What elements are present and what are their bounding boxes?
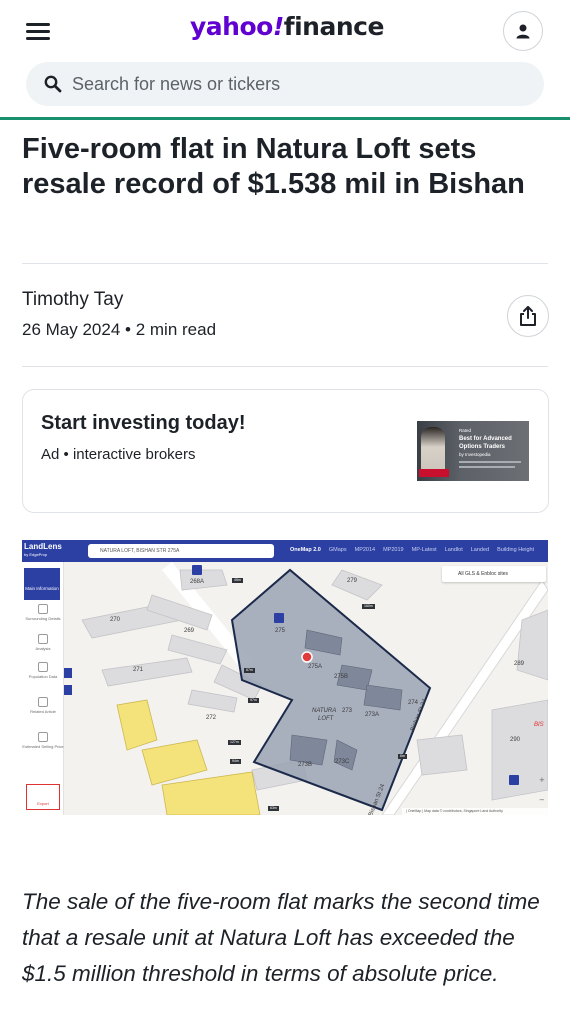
map-sidebar-item: Estimated Selling Price (22, 732, 64, 749)
hamburger-menu-icon[interactable] (26, 20, 54, 44)
ad-card[interactable]: Start investing today! Ad • interactive … (22, 389, 549, 513)
site-header: yahoo!finance Search for news or tickers (0, 0, 570, 118)
map-attribution: | OneMap | Map data © contributors, Sing… (406, 809, 503, 813)
map-label: NATURA (312, 708, 337, 714)
profile-button[interactable] (503, 11, 543, 51)
map-label: 275B (334, 674, 349, 680)
map-sidebar-item: Surrounding Details (22, 604, 64, 621)
map-label: 290 (510, 737, 521, 743)
divider (22, 366, 548, 367)
map-label: 273 (342, 708, 353, 714)
svg-text:−: − (539, 796, 545, 804)
map-label: 271 (133, 667, 144, 673)
header-divider (0, 117, 570, 120)
map-distance-tag: 6m (398, 754, 407, 759)
map-label: 272 (206, 715, 217, 721)
ad-sponsor: interactive brokers (72, 446, 196, 463)
ad-image-fineprint (459, 466, 515, 468)
search-input[interactable]: Search for news or tickers (26, 62, 544, 106)
map-label: BIS (534, 722, 544, 728)
ad-title[interactable]: Start investing today! (41, 412, 245, 435)
map-label: 270 (110, 617, 121, 623)
ad-image-fineprint (459, 461, 521, 463)
author-name[interactable]: Timothy Tay (22, 289, 123, 311)
map-toolbar: LandLens by EdgeProp NATURA LOFT, BISHAN… (22, 540, 548, 562)
map-label: 275 (275, 628, 286, 634)
map-label: 275A (308, 664, 323, 670)
meta-separator: • (125, 320, 131, 339)
map-distance-tag: 45m (232, 578, 243, 583)
map-label: 279 (347, 578, 358, 584)
article-body-paragraph: The sale of the five-room flat marks the… (22, 889, 540, 986)
map-label: 269 (184, 628, 195, 634)
read-time: 2 min read (135, 320, 217, 339)
map-sidebar-item: Related Article (22, 697, 64, 714)
map-tabs: OneMap 2.0 GMaps MP2014 MP2019 MP-Latest Land… (290, 547, 535, 553)
map-search-field: NATURA LOFT, BISHAN STR 275A (88, 544, 274, 558)
map-label: 274 (408, 700, 419, 706)
map-label: 268A (190, 579, 205, 585)
user-icon (516, 24, 530, 39)
map-distance-tag: 94m (230, 759, 241, 764)
ad-sponsor-line: Ad • interactive brokers (41, 446, 196, 463)
map-label: 273C (335, 759, 350, 765)
share-button[interactable] (507, 295, 549, 337)
map-sidebar-item: Analysis (22, 634, 64, 651)
article-headline: Five-room flat in Natura Loft sets resal… (22, 133, 525, 200)
ad-separator: • (63, 446, 69, 463)
article-map-image: + − LandLens by EdgeProp NATURA LOFT, BI… (22, 540, 548, 815)
yahoo-finance-logo[interactable]: yahoo!finance (190, 12, 384, 41)
map-distance-tag: 97m (248, 698, 259, 703)
map-filter: All GLS & Enbloc sites (442, 566, 546, 582)
map-distance-tag: 127m (228, 740, 241, 745)
ad-image[interactable]: Rated Best for Advanced Options Traders … (417, 421, 529, 481)
search-icon (44, 75, 62, 93)
publish-date: 26 May 2024 (22, 320, 121, 339)
article-meta: 26 May 2024 • 2 min read (22, 320, 216, 340)
map-distance-tag: 67m (244, 668, 255, 673)
map-label: 273B (298, 762, 313, 768)
map-sidebar-export: Export (26, 784, 60, 810)
ad-label: Ad (41, 446, 60, 463)
map-brand: LandLens by EdgeProp (24, 542, 62, 558)
ad-image-text: Rated Best for Advanced Options Traders … (459, 428, 512, 457)
map-sidebar: Main Information Surrounding Details Ana… (22, 562, 64, 815)
map-sidebar-main-info: Main Information (24, 568, 60, 600)
map-label: 273A (365, 712, 380, 718)
map-distance-tag: 63m (268, 806, 279, 811)
map-label: 289 (514, 661, 525, 667)
map-label: LOFT (318, 716, 334, 722)
ad-brand-bar (419, 469, 449, 477)
divider (22, 263, 548, 264)
search-placeholder: Search for news or tickers (72, 73, 281, 94)
map-sidebar-item: Population Data (22, 662, 64, 679)
map-distance-tag: 160m (362, 604, 375, 609)
svg-text:+: + (539, 776, 545, 784)
share-icon (520, 306, 536, 326)
